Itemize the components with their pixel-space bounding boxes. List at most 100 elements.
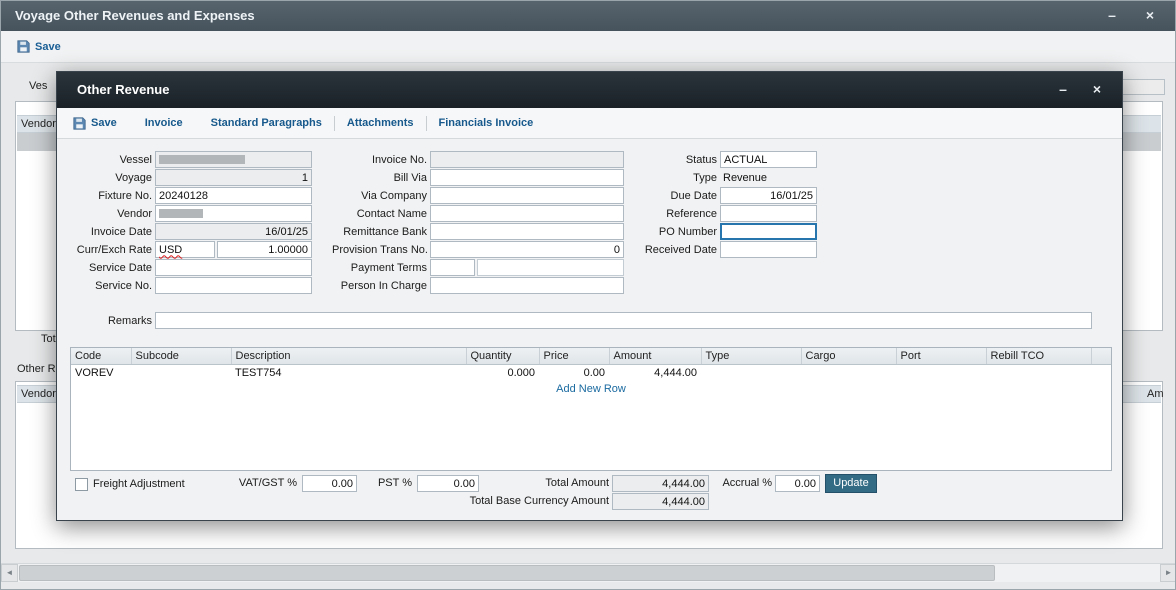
bg-vendor-header-2: Vendor [21,388,56,400]
pst-label: PST % [347,475,412,492]
invoice-no-field[interactable] [430,151,624,168]
via-company-input[interactable] [430,187,624,204]
col-price-header[interactable]: Price [539,348,609,364]
bg-amount-header: Am [1147,386,1164,403]
pst-input[interactable] [417,475,479,492]
col-amount-header[interactable]: Amount [609,348,701,364]
remarks-label: Remarks [62,315,152,327]
floppy-save-icon [73,117,86,130]
bg-vessel-field-fragment [1119,79,1165,95]
service-no-input[interactable] [155,277,312,294]
provision-trans-no-input[interactable] [430,241,624,258]
curr-exch-rate-label: Curr/Exch Rate [62,244,152,256]
line-items-panel: Code Subcode Description Quantity Price … [70,347,1112,471]
scroll-left-button[interactable]: ◄ [1,564,18,582]
table-header-row: Code Subcode Description Quantity Price … [71,348,1111,364]
accrual-input[interactable] [775,475,820,492]
via-company-label: Via Company [332,190,427,202]
dialog-body: Vessel Voyage 1 Fixture No. Vendor Invoi… [57,139,1122,522]
scroll-right-button[interactable]: ► [1160,564,1176,582]
standard-paragraphs-button[interactable]: Standard Paragraphs [211,117,322,129]
table-row[interactable]: VOREV TEST754 0.000 0.00 4,444.00 [71,364,1111,382]
col-port-header[interactable]: Port [896,348,986,364]
update-button[interactable]: Update [825,474,877,493]
due-date-input[interactable] [720,187,817,204]
person-in-charge-input[interactable] [430,277,624,294]
cell-type[interactable] [701,364,801,382]
col-type-header[interactable]: Type [701,348,801,364]
redacted-vessel-value [159,155,245,164]
add-new-row-link[interactable]: Add New Row [71,383,1111,395]
status-input[interactable] [720,151,817,168]
cell-port[interactable] [896,364,986,382]
col-description-header[interactable]: Description [231,348,466,364]
dialog-minimize-button[interactable]: – [1048,72,1078,102]
cell-amount[interactable]: 4,444.00 [609,364,701,382]
col-subcode-header[interactable]: Subcode [131,348,231,364]
remittance-bank-label: Remittance Bank [332,226,427,238]
dialog-title: Other Revenue [77,82,169,97]
redacted-vendor-value [159,209,203,218]
invoice-button[interactable]: Invoice [145,117,183,129]
cell-quantity[interactable]: 0.000 [466,364,539,382]
other-revenue-dialog: Other Revenue – × Save Invoice Standard … [56,71,1123,521]
service-no-label: Service No. [62,280,152,292]
cell-price[interactable]: 0.00 [539,364,609,382]
dialog-toolbar: Save Invoice Standard Paragraphs Attachm… [57,108,1122,139]
cell-code[interactable]: VOREV [71,364,131,382]
horizontal-scrollbar[interactable]: ◄ ► [1,563,1176,582]
vendor-field[interactable] [155,205,312,222]
remarks-input[interactable] [155,312,1092,329]
remarks-row: Remarks [62,312,1092,329]
vessel-field[interactable] [155,151,312,168]
contact-name-input[interactable] [430,205,624,222]
attachments-button[interactable]: Attachments [347,117,414,129]
voyage-field[interactable]: 1 [155,169,312,186]
save-button[interactable]: Save [17,40,61,53]
cell-cargo[interactable] [801,364,896,382]
form-column-left: Vessel Voyage 1 Fixture No. Vendor Invoi… [62,151,312,294]
payment-terms-code-input[interactable] [430,259,475,276]
close-button[interactable]: × [1135,1,1165,31]
freight-adjustment-label: Freight Adjustment [93,476,185,493]
cell-subcode[interactable] [131,364,231,382]
col-quantity-header[interactable]: Quantity [466,348,539,364]
bg-vendor-header: Vendor [21,118,56,130]
vessel-label: Vessel [62,154,152,166]
main-toolbar: Save [1,31,1175,63]
dialog-titlebar: Other Revenue – × [57,72,1122,108]
bill-via-input[interactable] [430,169,624,186]
invoice-no-label: Invoice No. [332,154,427,166]
dialog-close-button[interactable]: × [1082,72,1112,102]
po-number-input[interactable] [720,223,817,240]
col-cargo-header[interactable]: Cargo [801,348,896,364]
type-value[interactable]: Revenue [720,169,817,186]
dialog-save-button[interactable]: Save [73,117,117,130]
cell-rebill-tco[interactable] [986,364,1091,382]
received-date-input[interactable] [720,241,817,258]
floppy-save-icon [17,40,30,53]
bg-other-section-label: Other R [17,363,56,375]
horizontal-scroll-thumb[interactable] [19,565,995,581]
due-date-label: Due Date [642,190,717,202]
cell-description[interactable]: TEST754 [231,364,466,382]
financials-invoice-button[interactable]: Financials Invoice [439,117,534,129]
currency-input[interactable]: USD [155,241,215,258]
col-rebill-tco-header[interactable]: Rebill TCO [986,348,1091,364]
status-label: Status [642,154,717,166]
fixture-no-label: Fixture No. [62,190,152,202]
freight-adjustment-checkbox[interactable] [75,478,88,491]
col-code-header[interactable]: Code [71,348,131,364]
reference-input[interactable] [720,205,817,222]
remittance-bank-input[interactable] [430,223,624,240]
type-label: Type [642,172,717,184]
exchange-rate-input[interactable] [217,241,312,258]
vat-gst-label: VAT/GST % [197,475,297,492]
invoice-date-field[interactable]: 16/01/25 [155,223,312,240]
accrual-label: Accrual % [697,475,772,492]
fixture-no-input[interactable] [155,187,312,204]
minimize-button[interactable]: – [1097,1,1127,31]
total-amount-label: Total Amount [497,475,609,492]
person-in-charge-label: Person In Charge [332,280,427,292]
service-date-input[interactable] [155,259,312,276]
